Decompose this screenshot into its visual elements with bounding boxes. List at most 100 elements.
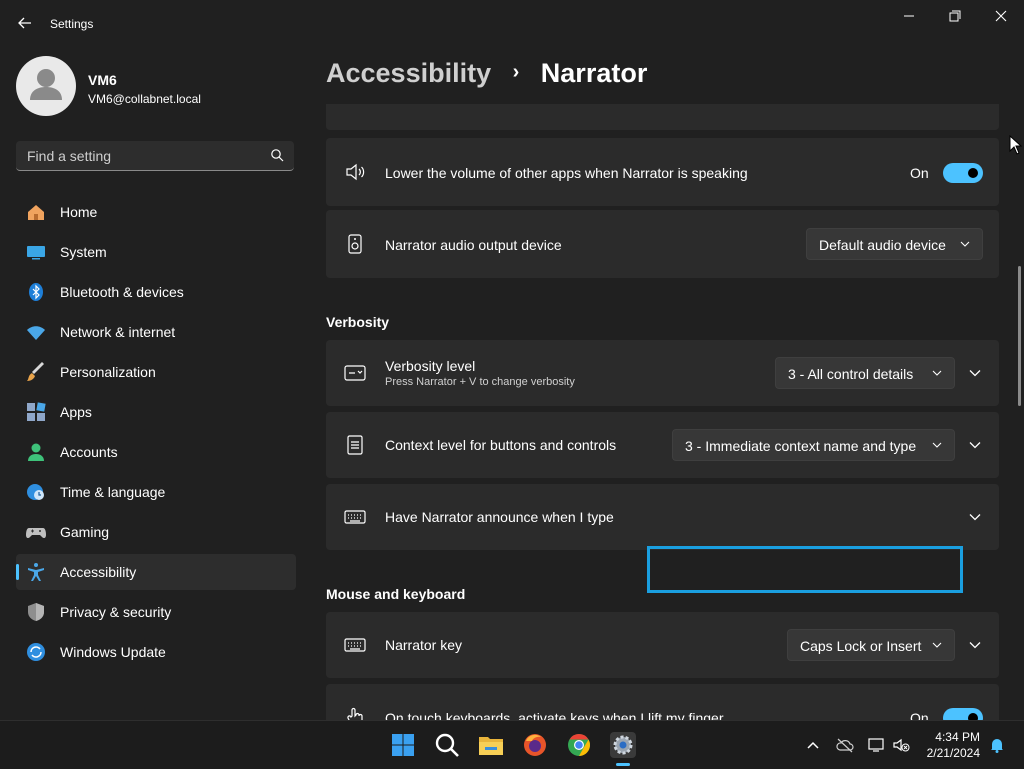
chevron-down-icon [932,370,942,376]
sidebar-item-label: Privacy & security [60,604,172,620]
setting-label: Context level for buttons and controls [385,437,617,453]
file-explorer-icon[interactable] [477,731,505,759]
user-email: VM6@collabnet.local [88,92,201,106]
section-header-verbosity: Verbosity [326,314,390,330]
taskbar-clock-time[interactable]: 4:34 PM [928,730,980,744]
toggle-knob [968,713,978,720]
back-button[interactable] [14,12,36,34]
document-icon [347,435,363,455]
chrome-icon[interactable] [565,731,593,759]
search-icon[interactable] [270,148,284,162]
setting-label: Narrator key [385,637,463,653]
active-app-indicator [616,763,630,766]
clock-globe-icon [27,484,44,500]
onedrive-offline-icon[interactable] [836,737,854,753]
close-button[interactable] [978,6,1024,28]
notification-bell-icon[interactable] [988,737,1006,753]
setting-label: Narrator audio output device [385,237,562,253]
touch-keyboard-card: On touch keyboards, activate keys when I… [326,684,999,720]
sidebar-item-personalization[interactable]: Personalization [16,354,296,390]
search-icon[interactable] [433,731,461,759]
sidebar-item-label: Gaming [60,524,110,540]
taskbar-clock-date[interactable]: 2/21/2024 [922,746,980,760]
keyboard-icon [344,638,366,652]
lower-volume-toggle[interactable] [943,163,983,183]
speaker-icon [346,163,365,181]
scrolled-card [326,104,999,130]
chevron-down-icon [960,241,970,247]
sidebar-item-accessibility[interactable]: Accessibility [16,554,296,590]
touch-keyboard-toggle[interactable] [943,708,983,720]
search-box [16,141,294,171]
keyboard-icon [344,510,366,524]
audio-device-dropdown[interactable]: Default audio device [806,228,983,260]
sidebar-item-label: Accounts [60,444,118,460]
back-arrow-icon [18,17,31,29]
sidebar-item-privacy[interactable]: Privacy & security [16,594,296,630]
setting-label: Verbosity level [385,358,476,374]
setting-label: Have Narrator announce when I type [385,509,614,525]
sidebar-item-label: Time & language [60,484,166,500]
verbosity-level-card[interactable]: Verbosity level Press Narrator + V to ch… [326,340,999,406]
sidebar-item-time-language[interactable]: Time & language [16,474,296,510]
volume-muted-icon[interactable] [892,737,910,753]
sidebar-item-home[interactable]: Home [16,194,296,230]
setting-label: Lower the volume of other apps when Narr… [385,165,748,181]
toggle-state-label: On [910,165,929,181]
setting-description: Press Narrator + V to change verbosity [385,376,575,388]
chevron-down-icon [932,442,942,448]
expand-chevron-icon[interactable] [969,369,981,377]
title-bar: Settings [0,0,1024,48]
narrator-key-card[interactable]: Narrator key Caps Lock or Insert [326,612,999,678]
sidebar-item-network[interactable]: Network & internet [16,314,296,350]
sidebar-item-label: Network & internet [60,324,176,340]
settings-icon[interactable] [609,731,637,759]
sidebar-item-gaming[interactable]: Gaming [16,514,296,550]
dropdown-value: Default audio device [819,237,946,253]
breadcrumb-parent[interactable]: Accessibility [326,58,491,88]
sidebar-item-label: Accessibility [60,564,137,580]
dropdown-value: Caps Lock or Insert [800,638,922,654]
context-level-card[interactable]: Context level for buttons and controls 3… [326,412,999,478]
expand-chevron-icon[interactable] [969,441,981,449]
context-level-dropdown[interactable]: 3 - Immediate context name and type [672,429,955,461]
scrollbar-thumb[interactable] [1018,266,1021,406]
firefox-icon[interactable] [521,731,549,759]
person-icon [30,69,62,100]
sidebar-item-system[interactable]: System [16,234,296,270]
expand-chevron-icon[interactable] [969,513,981,521]
verbosity-dropdown[interactable]: 3 - All control details [775,357,955,389]
mouse-cursor-icon [1009,135,1023,155]
gamepad-icon [26,528,46,539]
restore-button[interactable] [932,6,978,28]
update-icon [27,643,45,661]
shield-icon [28,603,44,621]
setting-label: On touch keyboards, activate keys when I… [385,710,724,720]
sidebar-item-label: Apps [60,404,92,420]
sidebar-item-apps[interactable]: Apps [16,394,296,430]
chevron-up-icon[interactable] [804,737,822,753]
sidebar-item-label: Windows Update [60,644,166,660]
sidebar-item-bluetooth[interactable]: Bluetooth & devices [16,274,296,310]
chevron-down-icon [932,642,942,648]
wifi-icon [27,326,45,340]
minimize-button[interactable] [886,6,932,28]
expand-chevron-icon[interactable] [969,641,981,649]
search-input[interactable] [16,141,269,171]
settings-content: Lower the volume of other apps when Narr… [326,104,1000,720]
toggle-knob [968,168,978,178]
toggle-state-label: On [910,710,929,720]
sidebar-item-accounts[interactable]: Accounts [16,434,296,470]
audio-output-card: Narrator audio output device Default aud… [326,210,999,278]
announce-typing-card[interactable]: Have Narrator announce when I type [326,484,999,550]
network-monitor-icon[interactable] [868,737,886,753]
sidebar-item-windows-update[interactable]: Windows Update [16,634,296,670]
narrator-focus-rectangle [647,546,963,593]
accessibility-icon [28,563,44,581]
accounts-icon [28,443,44,461]
user-profile[interactable]: VM6 VM6@collabnet.local [16,56,296,120]
narrator-key-dropdown[interactable]: Caps Lock or Insert [787,629,955,661]
start-icon[interactable] [389,731,417,759]
chevron-right-icon: › [512,61,520,83]
dropdown-value: 3 - Immediate context name and type [685,438,917,454]
